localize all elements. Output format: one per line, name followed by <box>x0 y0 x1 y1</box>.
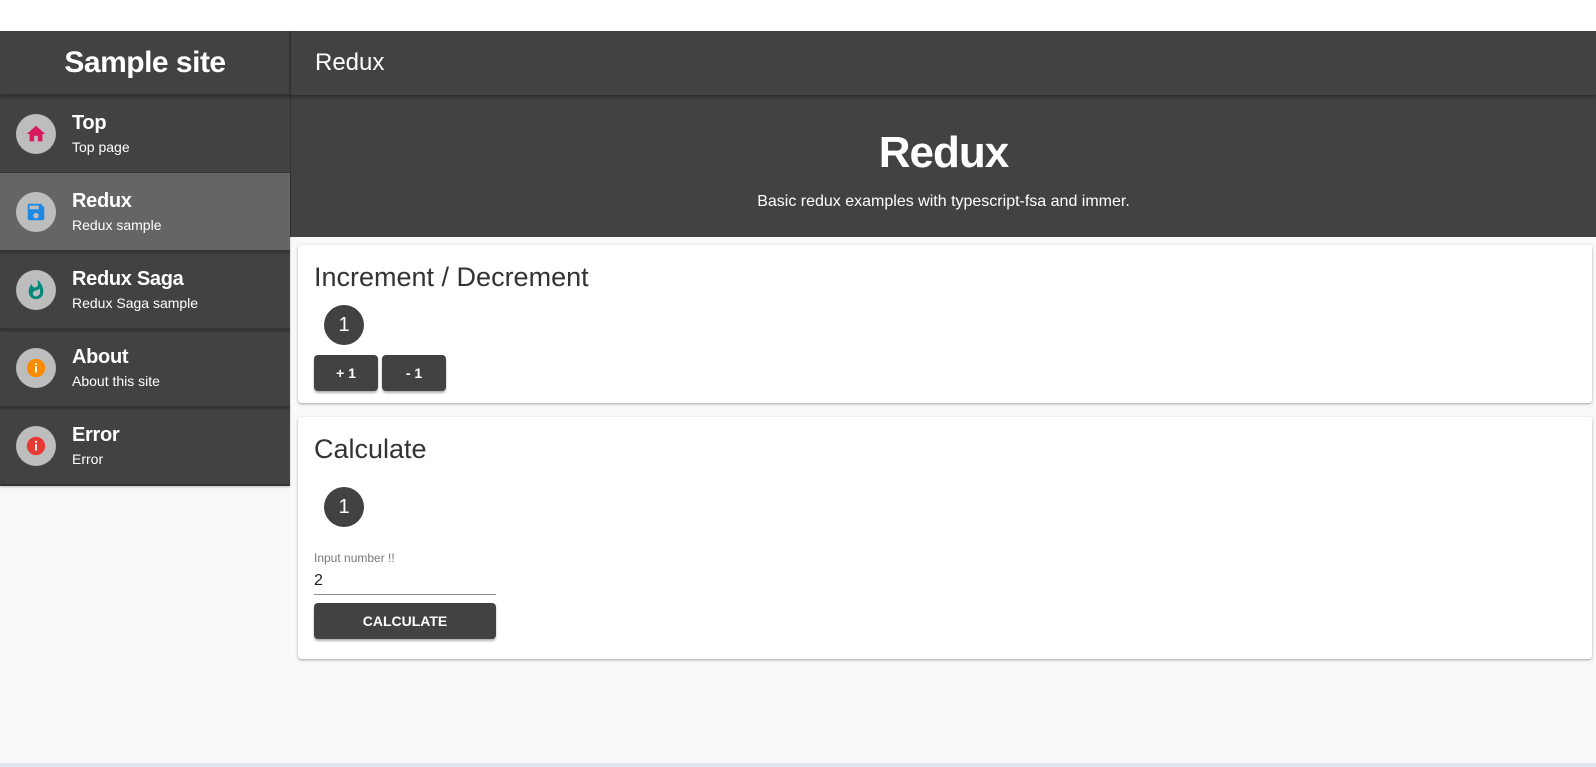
card-title: Calculate <box>314 434 427 464</box>
sidebar-item-title: Redux <box>72 189 132 212</box>
sidebar-item-subtitle: About this site <box>72 372 160 389</box>
sidebar-item-title: Error <box>72 423 120 446</box>
sidebar: Sample site Top Top page Redux Redux sam… <box>0 31 290 486</box>
decrement-button[interactable]: - 1 <box>382 355 446 391</box>
hero-subtitle: Basic redux examples with typescript-fsa… <box>757 193 1130 210</box>
window-bottom-edge <box>0 763 1596 767</box>
info-icon <box>16 347 56 388</box>
calculate-button[interactable]: CALCULATE <box>314 603 496 639</box>
sidebar-item-redux[interactable]: Redux Redux sample <box>0 173 290 251</box>
result-badge: 1 <box>324 487 364 527</box>
hero-title: Redux <box>878 128 1009 177</box>
sidebar-item-title: About <box>72 345 129 368</box>
main-content: Redux Redux Basic redux examples with ty… <box>290 31 1596 763</box>
input-label: Input number !! <box>314 551 395 565</box>
increment-decrement-card: Increment / Decrement 1 + 1 - 1 <box>298 245 1592 403</box>
app-root: Sample site Top Top page Redux Redux sam… <box>0 31 1596 763</box>
sidebar-item-top[interactable]: Top Top page <box>0 95 290 173</box>
app-bar: Redux <box>290 31 1596 95</box>
sidebar-item-title: Redux Saga <box>72 267 184 290</box>
sidebar-item-redux-saga[interactable]: Redux Saga Redux Saga sample <box>0 251 290 329</box>
site-brand[interactable]: Sample site <box>0 31 290 95</box>
error-icon <box>16 425 56 466</box>
card-title: Increment / Decrement <box>314 262 589 292</box>
sidebar-item-subtitle: Error <box>72 450 104 467</box>
page-title: Redux <box>315 49 385 76</box>
sidebar-item-subtitle: Redux Saga sample <box>72 294 199 311</box>
increment-button[interactable]: + 1 <box>314 355 378 391</box>
sidebar-item-about[interactable]: About About this site <box>0 329 290 407</box>
counter-badge: 1 <box>324 305 364 345</box>
sidebar-item-subtitle: Redux sample <box>72 216 162 233</box>
flame-icon <box>16 269 56 310</box>
hero-banner: Redux Basic redux examples with typescri… <box>290 95 1596 237</box>
sidebar-item-subtitle: Top page <box>72 138 130 155</box>
home-icon <box>16 113 56 154</box>
calculate-card: Calculate 1 Input number !! CALCULATE <box>298 417 1592 659</box>
save-icon <box>16 191 56 232</box>
number-input[interactable] <box>314 567 496 595</box>
sidebar-item-title: Top <box>72 111 107 134</box>
sidebar-item-error[interactable]: Error Error <box>0 407 290 485</box>
